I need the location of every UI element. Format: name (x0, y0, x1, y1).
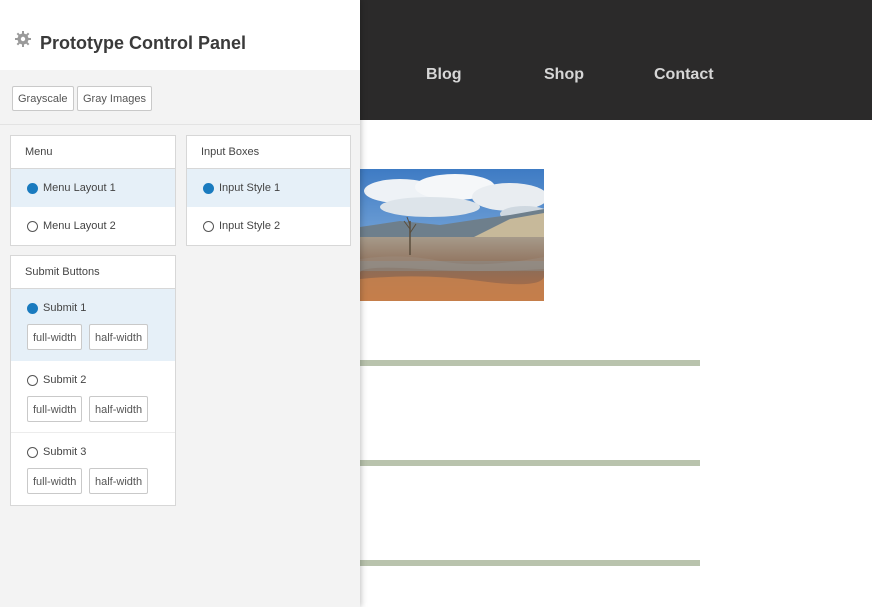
submit-1-option[interactable]: Submit 1 full-width half-width (11, 289, 175, 361)
submit-2-full-width-button[interactable]: full-width (27, 396, 83, 422)
input-boxes-heading: Input Boxes (187, 136, 350, 169)
input-style-1-option[interactable]: Input Style 1 (187, 169, 350, 207)
submit-1-half-width-button[interactable]: half-width (89, 324, 149, 350)
radio-unselected-icon[interactable] (27, 375, 38, 386)
content-divider (360, 360, 700, 366)
nav-blog[interactable]: Blog (426, 66, 462, 84)
submit-3-option[interactable]: Submit 3 full-width half-width (11, 433, 175, 505)
radio-selected-icon[interactable] (203, 183, 214, 194)
grayscale-button[interactable]: Grayscale (12, 86, 74, 111)
content-divider (360, 460, 700, 466)
menu-layout-1-label: Menu Layout 1 (43, 182, 116, 194)
input-boxes-box: Input Boxes Input Style 1 Input Style 2 (186, 135, 351, 246)
submit-3-full-width-button[interactable]: full-width (27, 468, 83, 494)
submit-3-half-width-button[interactable]: half-width (89, 468, 149, 494)
input-style-2-option[interactable]: Input Style 2 (187, 207, 350, 245)
nav-shop[interactable]: Shop (544, 66, 584, 84)
submit-3-label: Submit 3 (43, 446, 87, 458)
submit-2-half-width-button[interactable]: half-width (89, 396, 149, 422)
submit-buttons-heading: Submit Buttons (11, 256, 175, 289)
submit-buttons-box: Submit Buttons Submit 1 full-width half-… (10, 255, 176, 506)
panel-title: Prototype Control Panel (40, 33, 247, 53)
nav-contact[interactable]: Contact (654, 66, 714, 84)
submit-1-label: Submit 1 (43, 302, 87, 314)
radio-unselected-icon[interactable] (27, 221, 38, 232)
panel-divider (0, 124, 360, 125)
radio-selected-icon[interactable] (27, 183, 38, 194)
menu-box-heading: Menu (11, 136, 175, 169)
gray-images-button[interactable]: Gray Images (77, 86, 152, 111)
radio-unselected-icon[interactable] (27, 447, 38, 458)
submit-2-label: Submit 2 (43, 374, 87, 386)
menu-box: Menu Menu Layout 1 Menu Layout 2 (10, 135, 176, 246)
landscape-image (360, 169, 544, 301)
submit-2-option[interactable]: Submit 2 full-width half-width (11, 361, 175, 433)
gear-icon (14, 30, 32, 48)
panel-header: Prototype Control Panel (0, 0, 360, 70)
input-style-1-label: Input Style 1 (219, 182, 281, 194)
content-divider (360, 560, 700, 566)
menu-layout-2-option[interactable]: Menu Layout 2 (11, 207, 175, 245)
control-panel: Prototype Control Panel Grayscale Gray I… (0, 0, 360, 607)
menu-layout-2-label: Menu Layout 2 (43, 220, 116, 232)
input-style-2-label: Input Style 2 (219, 220, 281, 232)
submit-1-full-width-button[interactable]: full-width (27, 324, 83, 350)
radio-unselected-icon[interactable] (203, 221, 214, 232)
radio-selected-icon[interactable] (27, 303, 38, 314)
menu-layout-1-option[interactable]: Menu Layout 1 (11, 169, 175, 207)
